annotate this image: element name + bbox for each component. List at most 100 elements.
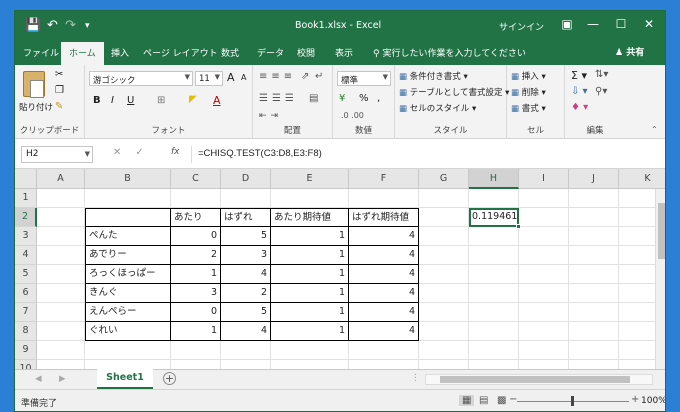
tab-data[interactable]: データ: [257, 46, 284, 59]
cell[interactable]: [469, 227, 519, 246]
table-header-cell[interactable]: [85, 208, 171, 227]
cell[interactable]: [519, 303, 569, 322]
cell[interactable]: [419, 227, 469, 246]
wrap-text-icon[interactable]: ↵: [315, 71, 323, 82]
table-value-cell[interactable]: 4: [221, 265, 271, 284]
font-color-icon[interactable]: A: [213, 94, 221, 107]
bold-button[interactable]: B: [93, 95, 101, 106]
table-value-cell[interactable]: 0: [171, 227, 221, 246]
table-value-cell[interactable]: 1: [271, 303, 349, 322]
page-layout-view-icon[interactable]: ▤: [479, 395, 488, 406]
vertical-scroll-thumb[interactable]: [658, 203, 665, 259]
table-label-cell[interactable]: あでりー: [85, 246, 171, 265]
cell[interactable]: [419, 341, 469, 360]
row-header[interactable]: 5: [15, 265, 37, 284]
cell[interactable]: [569, 303, 619, 322]
cell[interactable]: [349, 189, 419, 208]
cell[interactable]: [469, 322, 519, 341]
cut-icon[interactable]: ✂: [55, 69, 63, 80]
sort-filter-icon[interactable]: ⇅▾: [595, 69, 608, 80]
cell[interactable]: [37, 189, 85, 208]
cell[interactable]: [469, 341, 519, 360]
table-value-cell[interactable]: 4: [349, 322, 419, 341]
cell[interactable]: [569, 265, 619, 284]
tell-me-box[interactable]: ⚲ 実行したい作業を入力してください: [373, 46, 526, 59]
table-value-cell[interactable]: 1: [271, 246, 349, 265]
formula-cancel-enter-icons[interactable]: ✕✓: [113, 147, 158, 158]
cell[interactable]: [419, 189, 469, 208]
tab-page-layout[interactable]: ページ レイアウト: [143, 46, 218, 59]
table-value-cell[interactable]: 3: [171, 284, 221, 303]
comma-button[interactable]: ,: [377, 93, 380, 104]
copy-icon[interactable]: ❐: [55, 85, 64, 96]
format-painter-icon[interactable]: ✎: [55, 101, 63, 112]
column-header[interactable]: I: [519, 169, 569, 189]
table-label-cell[interactable]: ろっくほっぱー: [85, 265, 171, 284]
table-label-cell[interactable]: ぺんた: [85, 227, 171, 246]
normal-view-icon[interactable]: ▦: [459, 395, 475, 406]
page-break-view-icon[interactable]: ▩: [497, 395, 506, 406]
table-value-cell[interactable]: 1: [171, 265, 221, 284]
column-header[interactable]: A: [37, 169, 85, 189]
cell[interactable]: [419, 322, 469, 341]
cell[interactable]: [37, 303, 85, 322]
cell[interactable]: [569, 227, 619, 246]
row-header[interactable]: 4: [15, 246, 37, 265]
tab-file[interactable]: ファイル: [23, 46, 59, 59]
cell[interactable]: [419, 265, 469, 284]
cell[interactable]: [519, 246, 569, 265]
cell[interactable]: [37, 246, 85, 265]
table-value-cell[interactable]: 4: [349, 303, 419, 322]
scroll-left-icon[interactable]: ◀: [35, 374, 42, 384]
horizontal-scroll-thumb[interactable]: [440, 376, 630, 383]
cell[interactable]: [349, 341, 419, 360]
cell[interactable]: [519, 227, 569, 246]
indent-icons[interactable]: ⇤⇥: [259, 111, 282, 121]
sheet-tab-sheet1[interactable]: Sheet1: [97, 369, 153, 389]
merge-center-icon[interactable]: ▤: [309, 93, 318, 104]
table-header-cell[interactable]: あたり: [171, 208, 221, 227]
table-value-cell[interactable]: 1: [271, 322, 349, 341]
cell[interactable]: [85, 189, 171, 208]
cell[interactable]: [469, 284, 519, 303]
cell[interactable]: [469, 246, 519, 265]
cell[interactable]: [569, 189, 619, 208]
ribbon-display-icon[interactable]: ▣: [555, 17, 579, 31]
vertical-align-icons[interactable]: ≡≡≡: [259, 71, 296, 82]
table-value-cell[interactable]: 4: [349, 246, 419, 265]
paste-button-label[interactable]: 貼り付け: [19, 101, 53, 113]
cell[interactable]: [419, 303, 469, 322]
row-header[interactable]: 6: [15, 284, 37, 303]
column-header[interactable]: F: [349, 169, 419, 189]
cell[interactable]: [37, 284, 85, 303]
italic-button[interactable]: I: [111, 95, 114, 106]
row-header[interactable]: 7: [15, 303, 37, 322]
cell[interactable]: [469, 265, 519, 284]
save-icon[interactable]: 💾: [25, 18, 41, 33]
column-header[interactable]: B: [85, 169, 171, 189]
zoom-out-button[interactable]: −: [509, 394, 517, 405]
tab-formulas[interactable]: 数式: [221, 46, 239, 59]
cell[interactable]: [171, 341, 221, 360]
horizontal-align-icons[interactable]: ☰☰☰: [259, 93, 298, 104]
table-label-cell[interactable]: きんぐ: [85, 284, 171, 303]
cell[interactable]: [37, 265, 85, 284]
cell[interactable]: [519, 208, 569, 227]
table-value-cell[interactable]: 1: [271, 265, 349, 284]
cell[interactable]: [85, 341, 171, 360]
table-value-cell[interactable]: 4: [349, 284, 419, 303]
name-box[interactable]: H2 ▼: [21, 146, 93, 163]
table-value-cell[interactable]: 0: [171, 303, 221, 322]
select-all-button[interactable]: [15, 169, 37, 189]
cell[interactable]: [419, 208, 469, 227]
table-header-cell[interactable]: あたり期待値: [271, 208, 349, 227]
grow-font-icon[interactable]: A: [227, 71, 235, 84]
table-value-cell[interactable]: 5: [221, 227, 271, 246]
minimize-icon[interactable]: —: [581, 17, 605, 31]
cell[interactable]: [419, 284, 469, 303]
sheet-options-icon[interactable]: ⋮: [411, 373, 420, 383]
cell-styles-button[interactable]: ▦ セルのスタイル ▾: [399, 102, 476, 114]
customize-qat-icon[interactable]: ▾: [85, 21, 90, 31]
font-name-select[interactable]: 游ゴシック ▼: [89, 71, 193, 86]
row-header[interactable]: 3: [15, 227, 37, 246]
